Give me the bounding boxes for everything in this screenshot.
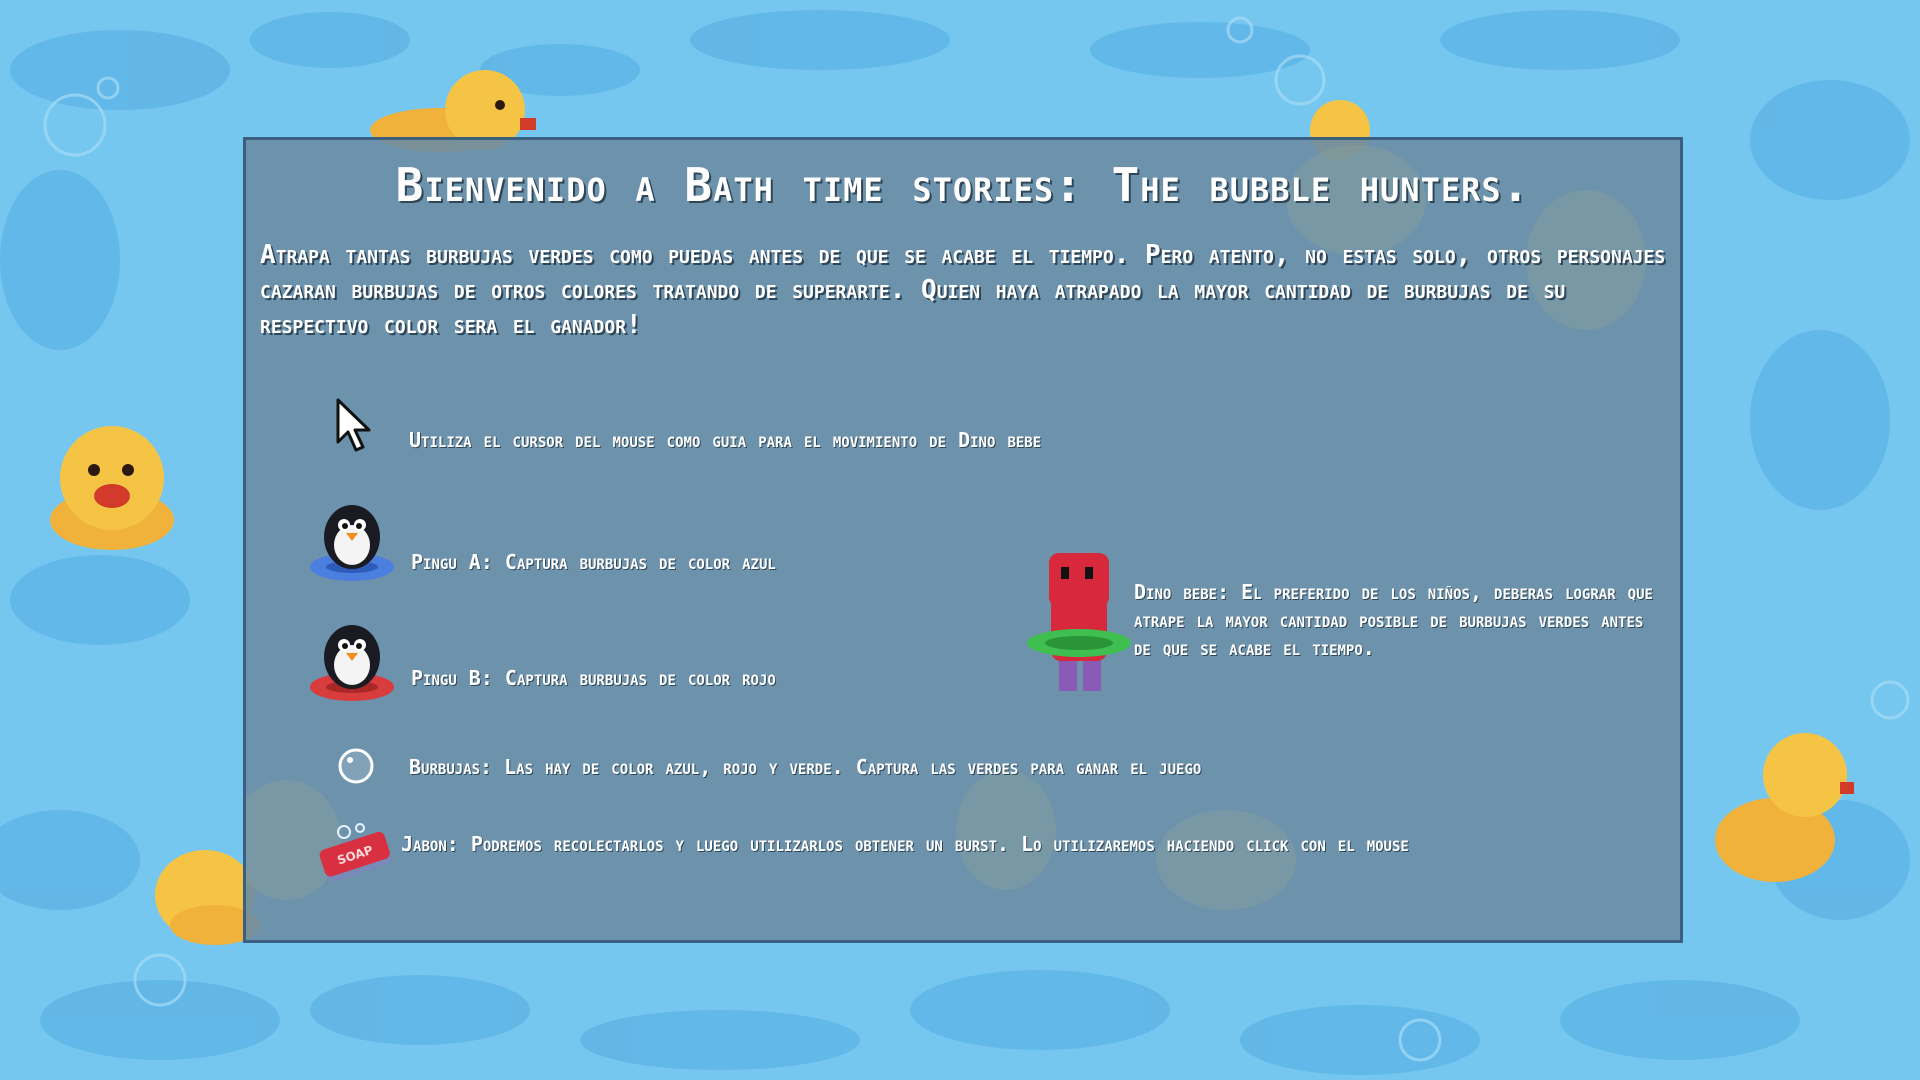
penguin-blue-float-icon	[310, 505, 394, 581]
bubbles-instruction: Burbujas: Las hay de color azul, rojo y …	[409, 755, 1202, 779]
penguin-red-float-icon	[310, 625, 394, 701]
bubble-icon	[338, 748, 374, 784]
pingu-b-instruction: Pingu B: Captura burbujas de color rojo	[411, 666, 776, 690]
pingu-a-instruction: Pingu A: Captura burbujas de color azul	[411, 550, 776, 574]
soap-instruction: Jabon: Podremos recolectarlos y luego ut…	[401, 832, 1409, 856]
cursor-instruction: Utiliza el cursor del mouse como guia pa…	[409, 428, 1042, 452]
red-dino-icon	[1027, 553, 1131, 691]
soap-icon: SOAP	[319, 823, 392, 883]
mouse-cursor-icon	[336, 398, 371, 452]
dialog-title: Bienvenido a Bath time stories: The bubb…	[395, 158, 1531, 212]
dialog-intro: Atrapa tantas burbujas verdes como pueda…	[260, 240, 1666, 340]
instructions-dialog: Bienvenido a Bath time stories: The bubb…	[243, 137, 1683, 943]
dino-instruction: Dino bebe: El preferido de los niños, de…	[1134, 580, 1653, 660]
